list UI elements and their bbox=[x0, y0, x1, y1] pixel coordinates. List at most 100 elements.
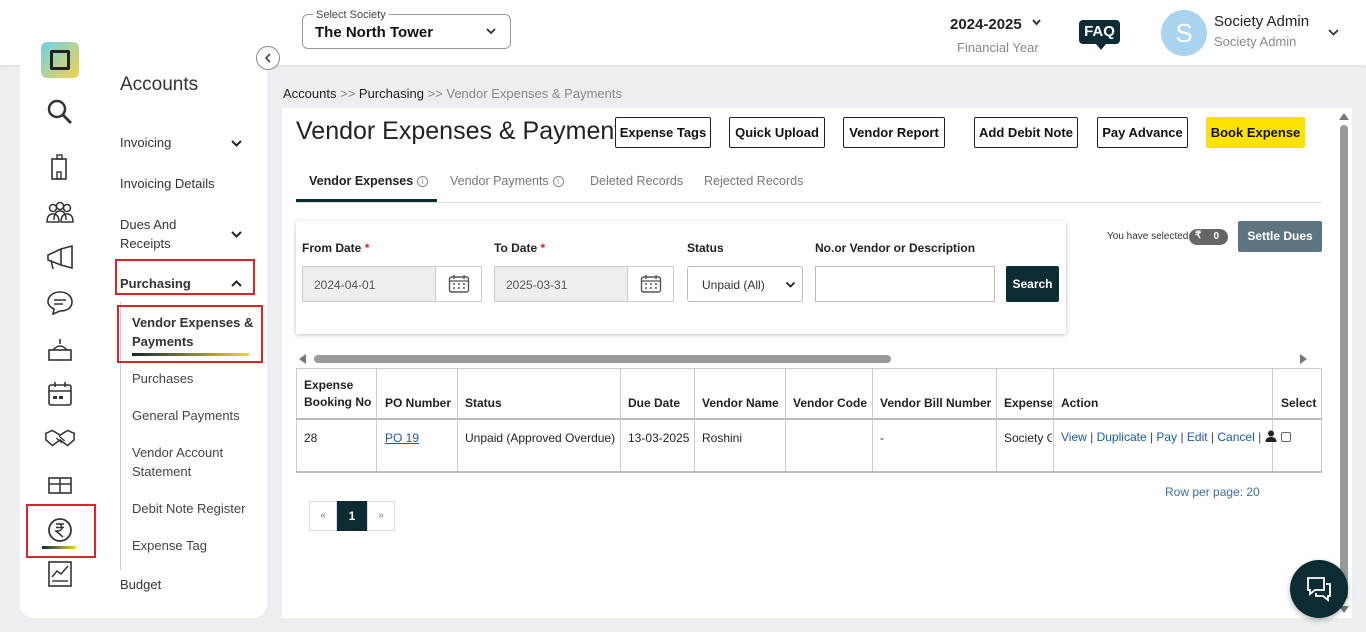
calendar-icon[interactable] bbox=[627, 267, 673, 301]
sidebar-item-general-payments[interactable]: General Payments bbox=[132, 406, 240, 425]
select-row-checkbox[interactable] bbox=[1281, 432, 1291, 442]
tab-vendor-payments[interactable]: Vendor Payments i bbox=[450, 174, 564, 188]
cell-expense: Society G bbox=[1004, 431, 1052, 445]
status-select-value: Unpaid (All) bbox=[702, 278, 765, 292]
vertical-scroll-thumb[interactable] bbox=[1340, 125, 1348, 600]
sidebar-item-purchases[interactable]: Purchases bbox=[132, 369, 193, 388]
scroll-left-icon[interactable] bbox=[299, 354, 306, 364]
cancel-link[interactable]: Cancel bbox=[1217, 430, 1254, 444]
settle-dues-button[interactable]: Settle Dues bbox=[1238, 221, 1322, 252]
tab-rejected-records[interactable]: Rejected Records bbox=[704, 174, 803, 188]
view-link[interactable]: View bbox=[1061, 430, 1087, 444]
chat-icon[interactable] bbox=[44, 287, 76, 319]
column-divider bbox=[376, 368, 377, 473]
chart-icon[interactable] bbox=[44, 558, 76, 590]
chevron-down-icon bbox=[486, 28, 496, 35]
sidebar-item-label: Dues And bbox=[120, 217, 177, 232]
tabs-divider bbox=[296, 202, 1322, 203]
service-icon[interactable] bbox=[44, 333, 76, 365]
column-header-label: Expense bbox=[304, 378, 354, 392]
sidebar-item-invoicing-details[interactable]: Invoicing Details bbox=[120, 174, 215, 193]
logo-icon[interactable] bbox=[41, 42, 79, 78]
to-date-value: 2025-03-31 bbox=[506, 278, 568, 292]
required-mark: * bbox=[540, 241, 546, 255]
people-icon[interactable] bbox=[44, 197, 76, 229]
tab-vendor-expenses[interactable]: Vendor Expenses i bbox=[309, 174, 429, 188]
search-icon[interactable] bbox=[44, 96, 76, 128]
from-date-value: 2024-04-01 bbox=[314, 278, 376, 292]
building-icon[interactable] bbox=[44, 151, 76, 183]
po-number-link[interactable]: PO 19 bbox=[385, 431, 419, 445]
column-header-vendor-name[interactable]: Vendor Name bbox=[702, 395, 779, 412]
society-select[interactable]: Select Society The North Tower bbox=[302, 9, 511, 49]
column-header-due-date[interactable]: Due Date bbox=[628, 395, 680, 412]
highlight-box bbox=[26, 504, 96, 558]
duplicate-link[interactable]: Duplicate bbox=[1097, 430, 1147, 444]
user-icon[interactable] bbox=[1265, 430, 1277, 442]
breadcrumb-purchasing[interactable]: Purchasing bbox=[359, 86, 424, 101]
tab-label: Deleted Records bbox=[590, 174, 684, 188]
from-date-input[interactable]: 2024-04-01 bbox=[302, 266, 482, 302]
calendar-icon[interactable] bbox=[435, 267, 481, 301]
column-header-booking-no[interactable]: Expense Booking No bbox=[304, 377, 371, 411]
tab-deleted-records[interactable]: Deleted Records bbox=[590, 174, 683, 188]
collapse-sidebar-button[interactable] bbox=[256, 46, 280, 70]
sidebar-item-label: Statement bbox=[132, 464, 192, 479]
sidebar-item-expense-tag[interactable]: Expense Tag bbox=[132, 536, 207, 555]
column-header-vendor-bill-number[interactable]: Vendor Bill Number bbox=[880, 395, 991, 412]
megaphone-icon[interactable] bbox=[44, 242, 76, 274]
next-page-button[interactable]: » bbox=[367, 501, 395, 531]
search-input[interactable] bbox=[815, 266, 995, 302]
page-1-button[interactable]: 1 bbox=[337, 501, 367, 531]
faq-button[interactable]: FAQ bbox=[1079, 20, 1120, 50]
sidebar-item-dues-receipts[interactable]: Dues And Receipts bbox=[120, 215, 176, 253]
horizontal-scroll-thumb[interactable] bbox=[314, 355, 891, 363]
column-header-label: Booking No bbox=[304, 395, 372, 409]
chevron-down-icon[interactable] bbox=[1030, 16, 1043, 29]
pay-advance-button[interactable]: Pay Advance bbox=[1097, 117, 1188, 148]
chevron-down-icon[interactable] bbox=[230, 137, 243, 150]
avatar[interactable]: S bbox=[1161, 10, 1207, 56]
add-debit-note-button[interactable]: Add Debit Note bbox=[974, 117, 1078, 148]
to-date-input[interactable]: 2025-03-31 bbox=[494, 266, 674, 302]
gift-icon[interactable] bbox=[44, 467, 76, 499]
handshake-icon[interactable] bbox=[44, 422, 76, 454]
column-header-expense[interactable]: Expense bbox=[1004, 395, 1052, 412]
cell-due-date: 13-03-2025 bbox=[628, 431, 690, 445]
pay-link[interactable]: Pay bbox=[1156, 430, 1177, 444]
sidebar-item-budget[interactable]: Budget bbox=[120, 575, 161, 594]
sidebar-item-invoicing[interactable]: Invoicing bbox=[120, 133, 171, 152]
breadcrumb-accounts[interactable]: Accounts bbox=[283, 86, 336, 101]
column-divider bbox=[620, 368, 621, 473]
quick-upload-button[interactable]: Quick Upload bbox=[729, 117, 825, 148]
vendor-report-button[interactable]: Vendor Report bbox=[843, 117, 945, 148]
highlight-box bbox=[115, 259, 255, 295]
chevron-down-icon[interactable] bbox=[230, 228, 243, 241]
financial-year-value[interactable]: 2024-2025 bbox=[950, 16, 1022, 33]
column-divider bbox=[1272, 368, 1273, 473]
breadcrumb-separator: >> bbox=[423, 86, 447, 101]
book-expense-button[interactable]: Book Expense bbox=[1206, 117, 1305, 148]
sidebar-item-vendor-account-statement[interactable]: Vendor Account Statement bbox=[132, 443, 223, 481]
scroll-right-icon[interactable] bbox=[1300, 354, 1307, 364]
scroll-up-icon[interactable] bbox=[1339, 113, 1349, 120]
calendar-icon[interactable] bbox=[44, 378, 76, 410]
expense-tags-button[interactable]: Expense Tags bbox=[615, 117, 711, 148]
previous-page-button[interactable]: « bbox=[309, 501, 337, 531]
required-mark: * bbox=[364, 241, 370, 255]
sidebar-item-label: Receipts bbox=[120, 236, 171, 251]
column-header-status[interactable]: Status bbox=[465, 395, 502, 412]
chat-support-button[interactable] bbox=[1290, 560, 1348, 618]
chat-support-icon bbox=[1307, 577, 1331, 602]
column-header-vendor-code[interactable]: Vendor Code bbox=[793, 395, 867, 412]
selected-count-value: 0 bbox=[1213, 231, 1219, 242]
status-select[interactable]: Unpaid (All) bbox=[687, 266, 803, 302]
column-header-po-number[interactable]: PO Number bbox=[385, 395, 451, 412]
chevron-down-icon[interactable] bbox=[1327, 26, 1340, 39]
society-select-label: Select Society bbox=[313, 9, 389, 21]
cell-status: Unpaid (Approved Overdue) bbox=[465, 431, 616, 445]
edit-link[interactable]: Edit bbox=[1187, 430, 1208, 444]
sidebar-item-debit-note-register[interactable]: Debit Note Register bbox=[132, 499, 245, 518]
rows-per-page[interactable]: Row per page: 20 bbox=[1165, 485, 1260, 499]
search-button[interactable]: Search bbox=[1006, 266, 1059, 302]
